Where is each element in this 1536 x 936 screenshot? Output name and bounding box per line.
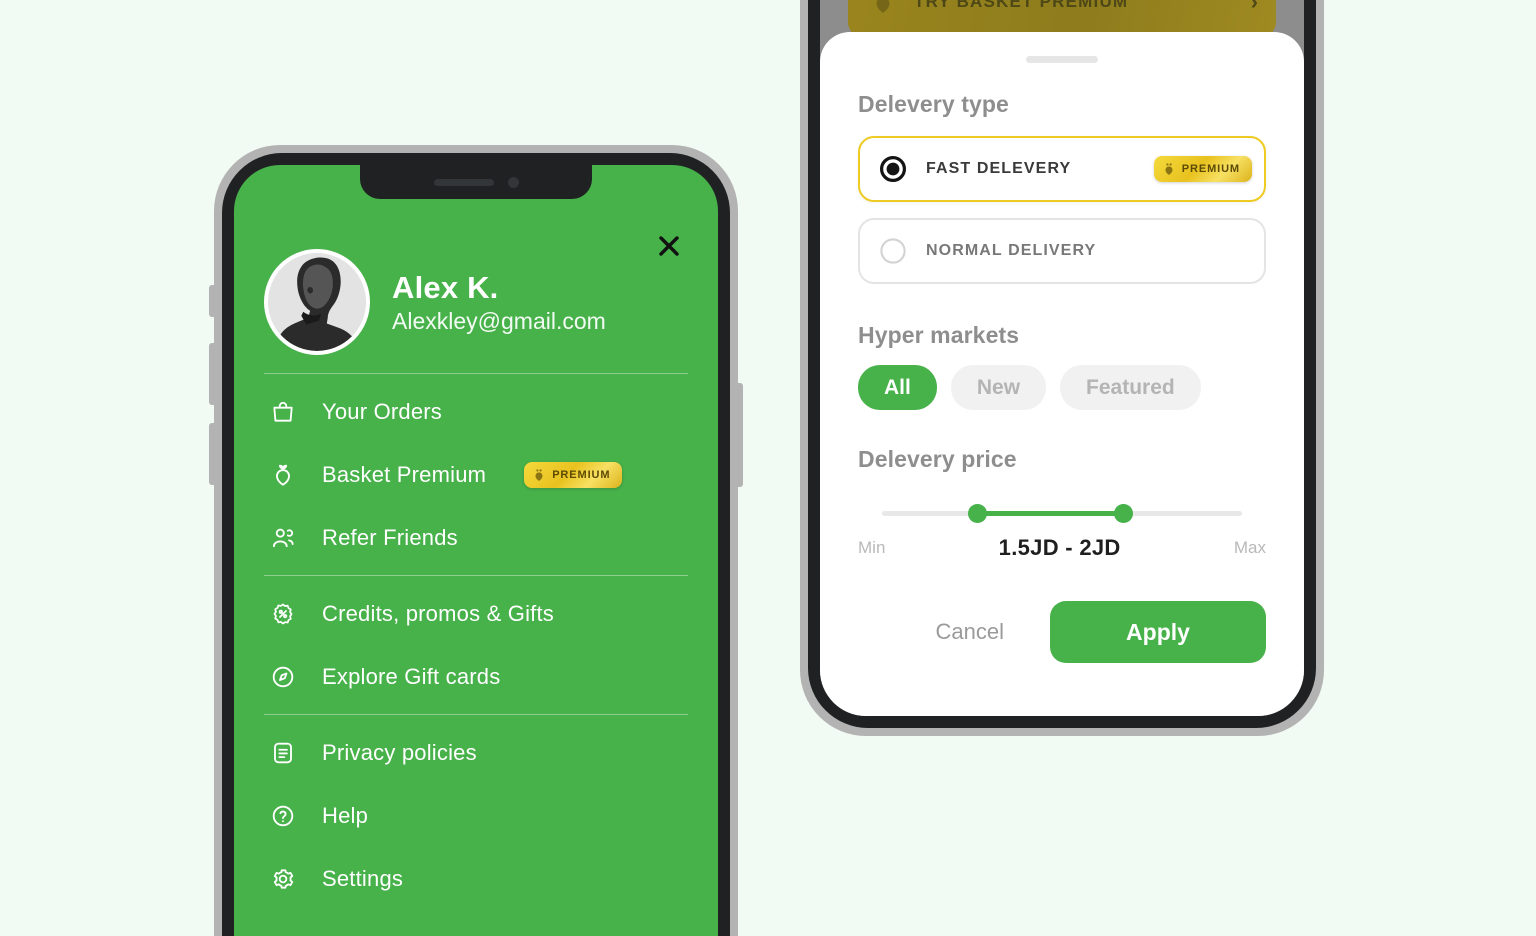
chip-featured[interactable]: Featured <box>1060 365 1201 410</box>
avatar <box>264 249 370 355</box>
radio-option-label: NORMAL DELIVERY <box>926 242 1097 259</box>
menu-item-label: Credits, promos & Gifts <box>322 600 554 626</box>
berry-icon <box>268 460 298 490</box>
menu-item-basket-premium[interactable]: Basket Premium PREMIUM <box>264 443 688 506</box>
slider-selected-range <box>976 511 1123 516</box>
menu-item-help[interactable]: Help <box>264 784 688 847</box>
slider-max-label: Max <box>1233 538 1266 557</box>
premium-badge-label: PREMIUM <box>1181 163 1240 175</box>
menu-item-label: Refer Friends <box>322 524 458 550</box>
menu-group-primary: Your Orders Basket Premium PREMIUM Refer… <box>264 374 688 575</box>
power-button[interactable] <box>737 383 743 487</box>
percent-seal-icon <box>268 599 298 629</box>
berry-badge-icon <box>535 468 543 481</box>
phone-mockup-right: TRY BASKET PREMIUM › Delevery type FAST … <box>800 0 1324 736</box>
silence-switch[interactable] <box>209 285 215 317</box>
menu-item-credits-promos-gifts[interactable]: Credits, promos & Gifts <box>264 582 688 645</box>
menu-item-settings[interactable]: Settings <box>264 847 688 910</box>
shopping-bag-icon <box>268 397 298 427</box>
phone-notch <box>360 165 592 199</box>
sheet-drag-handle[interactable] <box>1026 56 1098 63</box>
hyper-markets-title: Hyper markets <box>858 322 1020 348</box>
delivery-type-title: Delevery type <box>858 91 1009 117</box>
menu-group-rewards: Credits, promos & Gifts Explore Gift car… <box>264 576 688 714</box>
phone-mockup-left: Alex K. Alexkley@gmail.com Your Orders B… <box>209 145 743 936</box>
hyper-markets-chip-row: All New Featured <box>858 365 1266 410</box>
question-circle-icon <box>268 801 298 831</box>
cancel-button[interactable]: Cancel <box>932 611 1008 653</box>
profile-email: Alexkley@gmail.com <box>392 307 606 334</box>
radio-option-label: FAST DELEVERY <box>926 160 1072 177</box>
radio-unselected-icon <box>878 236 908 266</box>
volume-up-button[interactable] <box>209 343 215 405</box>
gear-icon <box>268 864 298 894</box>
phone-screen-left: Alex K. Alexkley@gmail.com Your Orders B… <box>234 165 718 936</box>
menu-item-explore-gift-cards[interactable]: Explore Gift cards <box>264 645 688 708</box>
menu-item-label: Explore Gift cards <box>322 663 501 689</box>
menu-item-label: Privacy policies <box>322 739 477 765</box>
menu-group-support: Privacy policies Help Settings <box>264 715 688 916</box>
close-icon <box>659 236 679 256</box>
menu-item-label: Settings <box>322 865 404 891</box>
delivery-price-title: Delevery price <box>858 446 1017 472</box>
earpiece-speaker <box>433 178 494 186</box>
slider-knob-min[interactable] <box>968 504 987 523</box>
premium-badge-label: PREMIUM <box>552 468 611 481</box>
menu-item-refer-friends[interactable]: Refer Friends <box>264 506 688 569</box>
slider-labels: Min 1.5JD - 2JD Max <box>858 535 1266 561</box>
slider-knob-max[interactable] <box>1114 504 1133 523</box>
berry-badge-icon <box>1165 163 1173 175</box>
menu-item-your-orders[interactable]: Your Orders <box>264 380 688 443</box>
slider-min-label: Min <box>858 538 886 557</box>
compass-icon <box>268 662 298 692</box>
front-camera <box>507 176 519 188</box>
chip-all[interactable]: All <box>858 365 937 410</box>
menu-item-label: Help <box>322 802 369 828</box>
sheet-actions: Cancel Apply <box>858 601 1266 663</box>
profile-text: Alex K. Alexkley@gmail.com <box>392 269 606 336</box>
chevron-right-icon: › <box>1250 0 1258 14</box>
profile-header: Alex K. Alexkley@gmail.com <box>264 227 688 355</box>
promo-banner-label: TRY BASKET PREMIUM <box>914 0 1129 11</box>
chip-new[interactable]: New <box>950 365 1047 410</box>
close-drawer-button[interactable] <box>652 229 686 263</box>
radio-option-fast-delivery[interactable]: FAST DELEVERY PREMIUM <box>858 136 1266 202</box>
profile-name: Alex K. <box>392 269 499 305</box>
slider-value-label: 1.5JD - 2JD <box>998 535 1121 560</box>
premium-badge: PREMIUM <box>524 461 623 488</box>
menu-item-label: Your Orders <box>322 398 442 424</box>
delivery-price-range-slider[interactable] <box>858 499 1266 529</box>
menu-item-label: Basket Premium <box>322 461 487 487</box>
account-drawer: Alex K. Alexkley@gmail.com Your Orders B… <box>234 165 718 936</box>
premium-badge: PREMIUM <box>1153 156 1252 182</box>
page-canvas: Alex K. Alexkley@gmail.com Your Orders B… <box>0 0 1536 936</box>
menu-item-privacy-policies[interactable]: Privacy policies <box>264 721 688 784</box>
radio-option-normal-delivery[interactable]: NORMAL DELIVERY <box>858 218 1266 284</box>
people-icon <box>268 523 298 553</box>
berry-icon <box>866 0 900 19</box>
document-icon <box>268 738 298 768</box>
filter-bottom-sheet: Delevery type FAST DELEVERY PREMIUM NORM… <box>820 32 1304 716</box>
phone-screen-right: TRY BASKET PREMIUM › Delevery type FAST … <box>820 0 1304 716</box>
radio-selected-icon <box>878 154 908 184</box>
volume-down-button[interactable] <box>209 423 215 485</box>
apply-button[interactable]: Apply <box>1050 601 1266 663</box>
